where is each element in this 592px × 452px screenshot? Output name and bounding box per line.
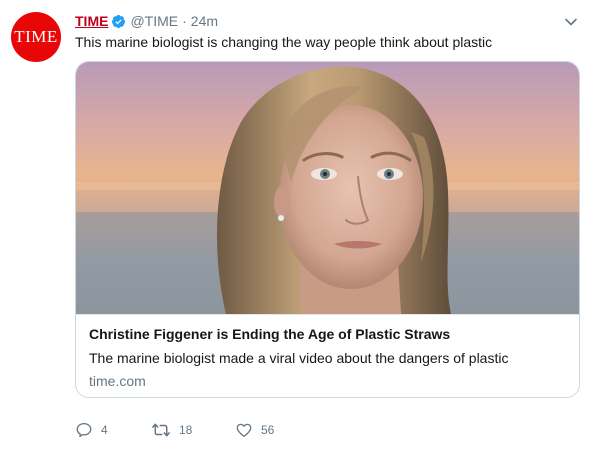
card-domain: time.com bbox=[89, 373, 146, 389]
link-card[interactable]: Christine Figgener is Ending the Age of … bbox=[75, 61, 580, 398]
timestamp[interactable]: 24m bbox=[191, 13, 218, 29]
like-button[interactable]: 56 bbox=[235, 421, 295, 439]
card-description: The marine biologist made a viral video … bbox=[89, 350, 509, 366]
like-icon bbox=[235, 421, 253, 439]
like-count: 56 bbox=[261, 423, 275, 437]
avatar-logo-text: TIME bbox=[14, 27, 58, 46]
card-body[interactable]: Christine Figgener is Ending the Age of … bbox=[76, 314, 579, 397]
tweet-text: This marine biologist is changing the wa… bbox=[75, 34, 493, 50]
author-handle[interactable]: @TIME bbox=[130, 13, 178, 29]
avatar[interactable]: TIME bbox=[11, 12, 61, 62]
card-title[interactable]: Christine Figgener is Ending the Age of … bbox=[89, 326, 450, 342]
reply-icon bbox=[75, 421, 93, 439]
retweet-button[interactable]: 18 bbox=[151, 421, 231, 439]
tweet-actions: 4 18 56 bbox=[75, 421, 295, 439]
reply-count: 4 bbox=[101, 423, 108, 437]
verified-badge-icon bbox=[111, 14, 126, 29]
retweet-icon bbox=[151, 421, 171, 439]
retweet-count: 18 bbox=[179, 423, 193, 437]
card-image[interactable] bbox=[76, 62, 579, 314]
tweet-header: TIME @TIME · 24m bbox=[75, 11, 218, 31]
author-name[interactable]: TIME bbox=[75, 13, 108, 29]
reply-button[interactable]: 4 bbox=[75, 421, 139, 439]
separator-dot: · bbox=[182, 13, 187, 29]
chevron-down-icon[interactable] bbox=[563, 14, 579, 30]
